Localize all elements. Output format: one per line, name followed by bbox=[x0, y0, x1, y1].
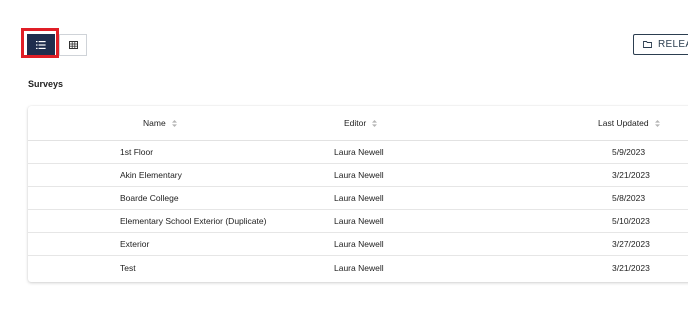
folder-icon bbox=[643, 41, 652, 48]
cell-name[interactable]: Exterior bbox=[120, 233, 149, 255]
cell-name[interactable]: Akin Elementary bbox=[120, 164, 182, 186]
cell-name[interactable]: Elementary School Exterior (Duplicate) bbox=[120, 210, 266, 232]
section-title: Surveys bbox=[28, 79, 64, 89]
cell-editor: Laura Newell bbox=[334, 170, 384, 180]
sort-icon bbox=[372, 119, 378, 127]
surveys-table: Name Editor Last Updated 1st Floor Laura… bbox=[28, 106, 688, 282]
table-row[interactable]: Test Laura Newell 3/21/2023 bbox=[28, 256, 688, 279]
cell-name[interactable]: Test bbox=[120, 256, 136, 279]
selection-highlight bbox=[21, 28, 59, 58]
cell-editor: Laura Newell bbox=[334, 216, 384, 226]
cell-last-updated: 3/27/2023 bbox=[612, 239, 650, 249]
cell-editor: Laura Newell bbox=[334, 262, 384, 273]
column-header-last-updated-label: Last Updated bbox=[598, 118, 649, 128]
column-header-editor[interactable]: Editor bbox=[344, 106, 378, 140]
cell-name[interactable]: 1st Floor bbox=[120, 141, 153, 163]
column-header-name-label: Name bbox=[143, 118, 166, 128]
cell-last-updated: 3/21/2023 bbox=[612, 262, 650, 273]
cell-editor: Laura Newell bbox=[334, 193, 384, 203]
column-header-last-updated[interactable]: Last Updated bbox=[598, 106, 660, 140]
table-row[interactable]: 1st Floor Laura Newell 5/9/2023 bbox=[28, 141, 688, 164]
sort-icon bbox=[171, 119, 177, 127]
cell-last-updated: 5/8/2023 bbox=[612, 193, 646, 203]
cell-editor: Laura Newell bbox=[334, 147, 384, 157]
column-header-editor-label: Editor bbox=[344, 118, 367, 128]
release-button[interactable]: RELEA bbox=[633, 34, 688, 55]
sort-icon bbox=[654, 119, 660, 127]
table-row[interactable]: Boarde College Laura Newell 5/8/2023 bbox=[28, 187, 688, 210]
cell-last-updated: 5/10/2023 bbox=[612, 216, 650, 226]
table-header: Name Editor Last Updated bbox=[28, 106, 688, 141]
release-button-label: RELEA bbox=[658, 39, 688, 50]
table-row[interactable]: Elementary School Exterior (Duplicate) L… bbox=[28, 210, 688, 233]
cell-last-updated: 3/21/2023 bbox=[612, 170, 650, 180]
grid-icon bbox=[68, 41, 78, 49]
table-row[interactable]: Exterior Laura Newell 3/27/2023 bbox=[28, 233, 688, 256]
column-header-name[interactable]: Name bbox=[143, 106, 177, 140]
cell-last-updated: 5/9/2023 bbox=[612, 147, 646, 157]
cell-editor: Laura Newell bbox=[334, 239, 384, 249]
table-row[interactable]: Akin Elementary Laura Newell 3/21/2023 bbox=[28, 164, 688, 187]
cell-name[interactable]: Boarde College bbox=[120, 187, 179, 209]
grid-view-button[interactable] bbox=[59, 34, 87, 56]
